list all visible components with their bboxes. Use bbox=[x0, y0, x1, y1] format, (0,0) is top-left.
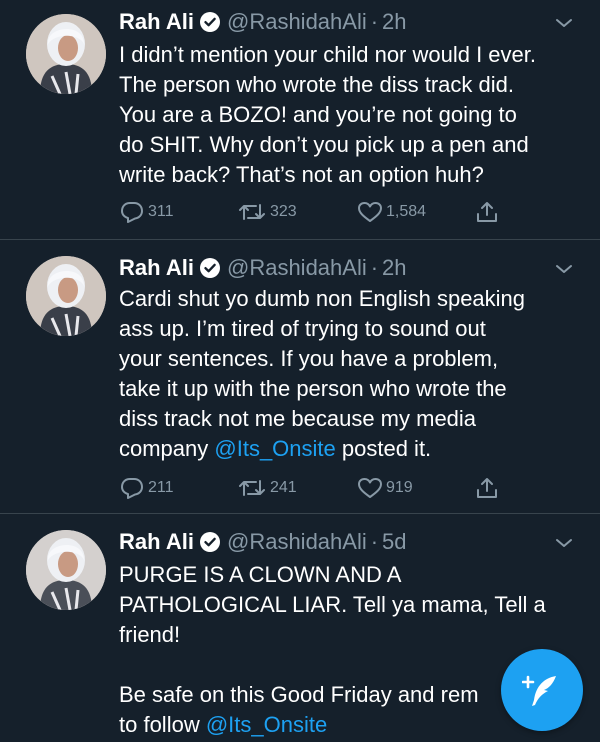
avatar[interactable] bbox=[26, 14, 106, 94]
reply-icon bbox=[121, 478, 143, 499]
tweet-line: ass up. I’m tired of trying to sound out bbox=[119, 316, 486, 341]
tweet-line: PURGE IS A CLOWN AND A bbox=[119, 562, 402, 587]
tweet[interactable]: Rah Ali @RashidahAli · 2h Cardi shut yo … bbox=[0, 240, 600, 514]
reply-icon bbox=[121, 202, 143, 223]
tweet[interactable]: Rah Ali @RashidahAli · 2h I didn’t menti… bbox=[0, 0, 600, 240]
mention-link[interactable]: @Its_Onsite bbox=[214, 436, 335, 461]
like-icon bbox=[358, 478, 382, 498]
tweet-text: I didn’t mention your child nor would I … bbox=[119, 40, 579, 190]
share-button[interactable] bbox=[475, 476, 502, 500]
like-button[interactable]: 919 bbox=[357, 476, 413, 500]
reply-count: 311 bbox=[148, 203, 174, 220]
retweet-button[interactable]: 241 bbox=[237, 476, 297, 500]
reply-button[interactable]: 311 bbox=[119, 200, 174, 224]
tweet-line: Be safe on this Good Friday and rem bbox=[119, 682, 479, 707]
retweet-icon bbox=[239, 204, 265, 220]
handle[interactable]: @RashidahAli bbox=[227, 7, 367, 37]
separator: · bbox=[370, 529, 379, 554]
retweet-icon bbox=[239, 480, 265, 496]
display-name[interactable]: Rah Ali bbox=[119, 527, 194, 557]
verified-badge-icon bbox=[199, 12, 220, 32]
display-name[interactable]: Rah Ali bbox=[119, 7, 194, 37]
retweet-count: 323 bbox=[270, 203, 297, 220]
tweet-line: PATHOLOGICAL LIAR. Tell ya mama, Tell a bbox=[119, 592, 546, 617]
reply-count: 211 bbox=[148, 479, 174, 496]
avatar[interactable] bbox=[26, 256, 106, 336]
mention-link[interactable]: @Its_Onsite bbox=[206, 712, 327, 737]
retweet-button[interactable]: 323 bbox=[237, 200, 297, 224]
avatar[interactable] bbox=[26, 530, 106, 610]
tweet-actions: 211 241 919 bbox=[119, 476, 519, 500]
tweet-line: I didn’t mention your child nor would I … bbox=[119, 42, 537, 67]
like-count: 1,584 bbox=[386, 203, 427, 220]
profile-photo bbox=[26, 14, 106, 94]
share-button[interactable] bbox=[475, 200, 502, 224]
handle[interactable]: @RashidahAli bbox=[227, 527, 367, 557]
reply-button[interactable]: 211 bbox=[119, 476, 174, 500]
tweet-line: Cardi shut yo dumb non English speaking bbox=[119, 286, 526, 311]
caret-down-icon[interactable] bbox=[554, 16, 574, 30]
timestamp[interactable]: 2h bbox=[382, 7, 406, 37]
tweet-line: The person who wrote the diss track did. bbox=[119, 72, 514, 97]
tweet-header: Rah Ali @RashidahAli · 5d bbox=[119, 527, 407, 557]
tweet-actions: 311 323 1,584 bbox=[119, 200, 519, 224]
verified-badge-icon bbox=[199, 258, 220, 278]
separator: · bbox=[370, 255, 379, 280]
tweet-text: Cardi shut yo dumb non English speaking … bbox=[119, 284, 579, 464]
timestamp[interactable]: 5d bbox=[382, 527, 406, 557]
verified-badge-icon bbox=[199, 532, 220, 552]
retweet-count: 241 bbox=[270, 479, 297, 496]
profile-photo bbox=[26, 256, 106, 336]
compose-tweet-button[interactable] bbox=[501, 649, 583, 731]
tweet-line: take it up with the person who wrote the bbox=[119, 376, 507, 401]
tweet-line-prefix: company bbox=[119, 436, 215, 461]
caret-down-icon[interactable] bbox=[554, 536, 574, 550]
share-icon bbox=[477, 478, 497, 498]
compose-tweet-icon bbox=[522, 675, 556, 706]
timestamp[interactable]: 2h bbox=[382, 253, 406, 283]
tweet-line: your sentences. If you have a problem, bbox=[119, 346, 499, 371]
tweet-line: friend! bbox=[119, 622, 181, 647]
tweet-header: Rah Ali @RashidahAli · 2h bbox=[119, 253, 407, 283]
like-icon bbox=[358, 202, 382, 222]
tweet-line: You are a BOZO! and you’re not going to bbox=[119, 102, 517, 127]
separator: · bbox=[370, 9, 379, 34]
handle[interactable]: @RashidahAli bbox=[227, 253, 367, 283]
like-count: 919 bbox=[386, 479, 413, 496]
timeline: Rah Ali @RashidahAli · 2h I didn’t menti… bbox=[0, 0, 600, 742]
like-button[interactable]: 1,584 bbox=[357, 200, 426, 224]
display-name[interactable]: Rah Ali bbox=[119, 253, 194, 283]
share-icon bbox=[477, 202, 497, 222]
caret-down-icon[interactable] bbox=[554, 262, 574, 276]
tweet-line-suffix: posted it. bbox=[335, 436, 432, 461]
tweet-header: Rah Ali @RashidahAli · 2h bbox=[119, 7, 407, 37]
tweet-line-prefix: to follow bbox=[119, 712, 206, 737]
tweet-line: diss track not me because my media bbox=[119, 406, 477, 431]
tweet-line: write back? That’s not an option huh? bbox=[119, 162, 484, 187]
profile-photo bbox=[26, 530, 106, 610]
tweet-line: do SHIT. Why don’t you pick up a pen and bbox=[119, 132, 529, 157]
